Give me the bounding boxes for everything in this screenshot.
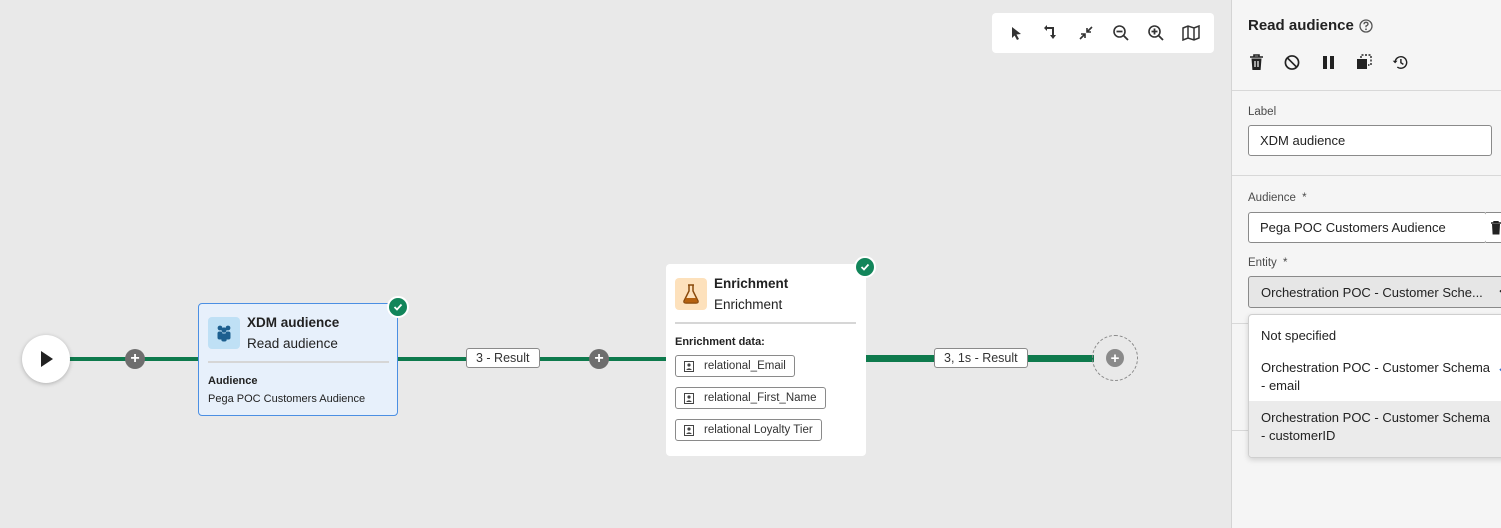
menu-option-line: Orchestration POC - Customer Schema (1261, 410, 1491, 425)
clear-audience-button[interactable] (1486, 212, 1501, 243)
workflow-canvas[interactable]: + + 3 - Result 3, 1s - Result + XDM audi… (0, 0, 1231, 528)
auto-arrange-icon[interactable] (1037, 19, 1065, 47)
attribute-icon (684, 360, 694, 372)
collapse-icon[interactable] (1072, 19, 1100, 47)
add-activity-button[interactable]: + (125, 349, 145, 369)
enrichment-attribute: relational Loyalty Tier (675, 419, 822, 441)
transition-label[interactable]: 3, 1s - Result (934, 348, 1028, 368)
success-check-icon (854, 256, 876, 278)
node-title: Enrichment (714, 276, 789, 291)
required-marker: * (1302, 192, 1307, 204)
audience-field-label-text: Audience (1248, 192, 1296, 204)
entity-picker[interactable]: Orchestration POC - Customer Sche... (1248, 276, 1501, 308)
audience-input[interactable]: Pega POC Customers Audience (1248, 212, 1487, 243)
node-title: XDM audience (247, 315, 340, 330)
transition-label[interactable]: 3 - Result (466, 348, 540, 368)
menu-option-line: - customerID (1261, 428, 1336, 443)
plus-icon: + (1106, 349, 1124, 367)
node-subtitle: Enrichment (714, 297, 783, 312)
label-field-label: Label (1248, 106, 1277, 118)
divider (675, 322, 856, 324)
enrichment-attribute: relational_Email (675, 355, 795, 377)
add-end-activity-button[interactable]: + (1092, 335, 1138, 381)
attribute-icon (684, 392, 694, 404)
add-activity-button[interactable]: + (589, 349, 609, 369)
audience-node[interactable]: XDM audience Read audience Audience Pega… (198, 296, 409, 416)
success-check-icon (387, 296, 409, 318)
menu-option-line: Orchestration POC - Customer Schema (1261, 360, 1491, 375)
divider (208, 361, 389, 363)
attribute-icon (684, 424, 694, 436)
enrichment-data-label: Enrichment data: (675, 336, 765, 348)
flask-icon (675, 278, 707, 310)
label-input[interactable]: XDM audience (1248, 125, 1492, 156)
history-icon[interactable] (1392, 52, 1408, 72)
attribute-name: relational_Email (704, 360, 786, 372)
help-icon[interactable] (1359, 19, 1373, 38)
pause-icon[interactable] (1320, 52, 1336, 72)
required-marker: * (1282, 257, 1288, 269)
properties-panel: Read audience Label XDM audience Audienc… (1231, 0, 1501, 528)
node-detail-label: Audience (208, 375, 258, 387)
node-detail-value: Pega POC Customers Audience (208, 393, 366, 405)
entity-options-menu: Not specified Orchestration POC - Custom… (1248, 314, 1501, 458)
entity-picker-value: Orchestration POC - Customer Sche... (1261, 284, 1483, 300)
zoom-out-icon[interactable] (1107, 19, 1135, 47)
menu-option-email[interactable]: Orchestration POC - Customer Schema - em… (1249, 359, 1501, 395)
disable-icon[interactable] (1284, 52, 1300, 72)
canvas-toolbar (992, 13, 1214, 53)
attribute-name: relational_First_Name (704, 392, 817, 404)
pointer-icon[interactable] (1002, 19, 1030, 47)
entity-field-label: Entity * (1248, 257, 1287, 269)
menu-option-line: - email (1261, 378, 1301, 393)
audience-icon (208, 317, 240, 349)
delete-icon[interactable] (1248, 52, 1264, 72)
panel-divider (1232, 175, 1501, 176)
menu-option-customerid[interactable]: Orchestration POC - Customer Schema - cu… (1249, 401, 1501, 457)
audience-field-label: Audience * (1248, 192, 1307, 204)
zoom-in-icon[interactable] (1142, 19, 1170, 47)
start-button[interactable] (22, 335, 70, 383)
menu-option-not-specified[interactable]: Not specified (1249, 327, 1501, 345)
map-icon[interactable] (1177, 19, 1205, 47)
entity-field-label-text: Entity (1248, 257, 1277, 269)
node-subtitle: Read audience (247, 336, 338, 351)
enrichment-attribute: relational_First_Name (675, 387, 826, 409)
enrichment-node[interactable]: Enrichment Enrichment Enrichment data: r… (666, 256, 876, 456)
play-icon (41, 351, 53, 367)
panel-divider (1232, 90, 1501, 91)
copy-icon[interactable] (1356, 52, 1372, 72)
panel-title: Read audience (1248, 17, 1354, 34)
delete-icon (1490, 220, 1501, 234)
panel-actions (1248, 52, 1408, 72)
attribute-name: relational Loyalty Tier (704, 424, 813, 436)
